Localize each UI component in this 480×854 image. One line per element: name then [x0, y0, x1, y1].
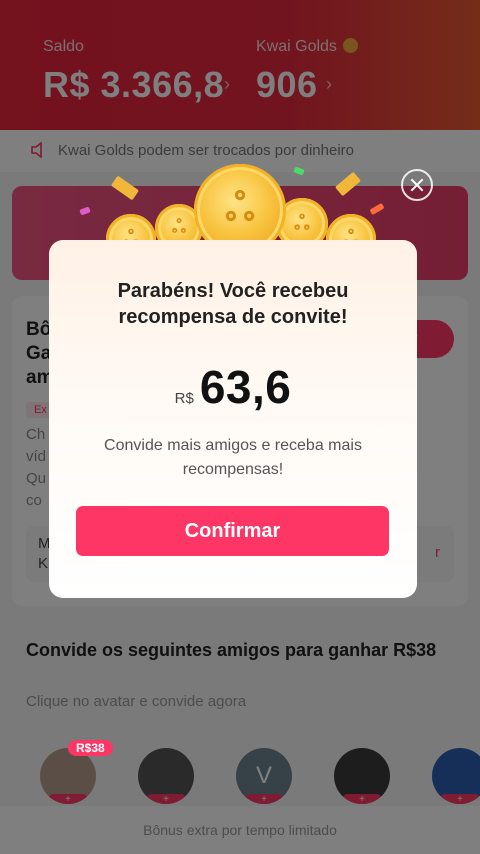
reward-modal: Parabéns! Você recebeu recompensa de con…	[49, 240, 417, 598]
confetti-icon	[369, 202, 385, 216]
confetti-icon	[79, 206, 91, 216]
modal-message: Convide mais amigos e receba mais recomp…	[104, 437, 362, 478]
modal-title: Parabéns! Você recebeu recompensa de con…	[117, 280, 349, 328]
confetti-icon	[293, 166, 305, 176]
currency-label: R$	[174, 390, 194, 407]
confetti-icon	[334, 171, 362, 197]
close-icon[interactable]	[401, 169, 433, 201]
reward-badge: R$38	[68, 740, 113, 756]
confetti-icon	[110, 175, 140, 201]
amount-value: 63,6	[199, 361, 292, 413]
confirm-button[interactable]: Confirmar	[76, 506, 389, 556]
reward-amount: R$ 63,6	[49, 360, 417, 414]
